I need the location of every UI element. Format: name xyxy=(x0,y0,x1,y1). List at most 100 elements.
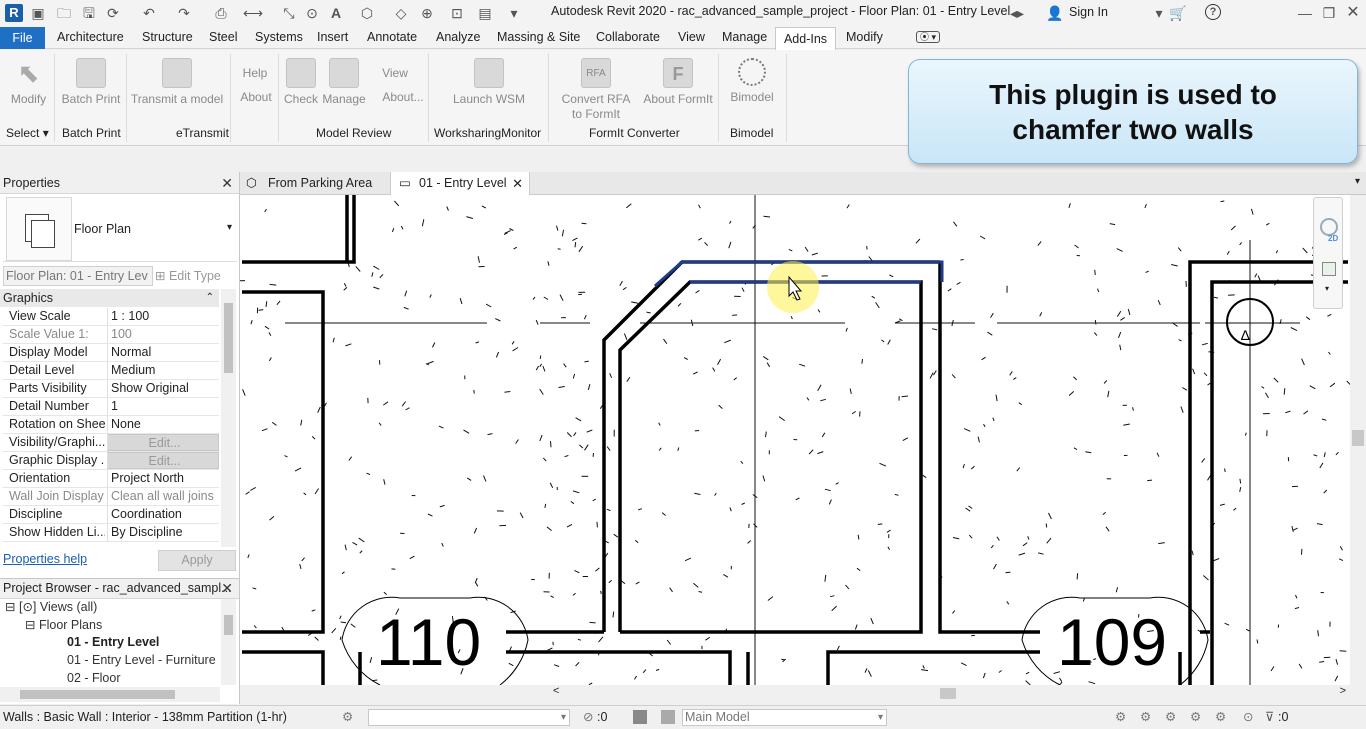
user-icon[interactable]: 👤 xyxy=(1046,4,1064,22)
editable-only-icon[interactable]: ⊘ xyxy=(583,706,593,728)
drawing-canvas[interactable]: ∆ 110 109 2D ▾ xyxy=(240,195,1350,685)
browser-scrollbar[interactable] xyxy=(221,599,236,685)
floor-plan-drawing[interactable]: ∆ 110 109 xyxy=(240,195,1350,685)
help-icon[interactable]: ? xyxy=(1205,4,1221,20)
design-options-icon[interactable] xyxy=(633,710,647,724)
edit-button[interactable]: Edit... xyxy=(107,452,219,469)
tab-manage[interactable]: Manage xyxy=(722,30,767,44)
cart-icon[interactable]: 🛒 xyxy=(1169,4,1187,22)
background-processes-icon[interactable]: ⊙ xyxy=(1243,706,1253,728)
close-icon[interactable]: ✕ xyxy=(512,172,523,195)
3d-view-icon[interactable]: ⬡ xyxy=(358,4,376,22)
sign-in-link[interactable]: Sign In xyxy=(1069,5,1108,19)
convert-rfa-button[interactable]: RFA Convert RFA to FormIt xyxy=(560,58,632,122)
text-icon[interactable]: A xyxy=(327,4,345,22)
tab-systems[interactable]: Systems xyxy=(255,30,303,44)
section-icon[interactable]: ◇ xyxy=(392,4,410,22)
workset-dropdown[interactable]: ▾ xyxy=(368,709,570,726)
chevron-down-icon[interactable]: ▾ xyxy=(1150,4,1168,22)
tab-analyze[interactable]: Analyze xyxy=(436,30,480,44)
restore-icon[interactable]: ❐ xyxy=(1320,4,1338,22)
close-window-icon[interactable]: ✕ xyxy=(1344,4,1362,22)
canvas-vertical-scrollbar[interactable] xyxy=(1350,195,1366,685)
property-row[interactable]: Wall Join DisplayClean all wall joins xyxy=(3,488,219,506)
launch-wsm-button[interactable]: Launch WSM xyxy=(448,58,530,107)
tab-list-icon[interactable]: ▾ xyxy=(1355,176,1360,187)
help-button[interactable]: Help xyxy=(236,66,274,81)
property-row[interactable]: Parts VisibilityShow Original xyxy=(3,380,219,398)
aligned-dimension-icon[interactable]: ⤡ xyxy=(280,4,298,22)
room-number-109[interactable]: 109 xyxy=(1057,605,1167,679)
about-button[interactable]: About xyxy=(236,90,276,105)
undo-icon[interactable]: ↶ xyxy=(140,4,158,22)
property-row[interactable]: View Scale1 : 100 xyxy=(3,308,219,326)
revit-logo-icon[interactable]: R xyxy=(5,4,23,22)
type-selector[interactable]: Floor Plan ▾ xyxy=(3,196,237,262)
select-underlay-icon[interactable]: ⚙ xyxy=(1140,706,1151,728)
tree-item-floor-02[interactable]: 02 - Floor xyxy=(67,671,121,685)
switch-windows-icon[interactable]: ▤ xyxy=(476,4,494,22)
tab-collaborate[interactable]: Collaborate xyxy=(596,30,660,44)
property-row[interactable]: DisciplineCoordination xyxy=(3,506,219,524)
canvas-horizontal-scrollbar[interactable]: < > xyxy=(550,685,1350,702)
search-arrows-icon[interactable]: ◂▸ xyxy=(1008,4,1026,22)
property-row[interactable]: Graphic Display ...Edit... xyxy=(3,452,219,470)
chevron-down-icon[interactable]: ▾ xyxy=(1325,284,1329,293)
close-icon[interactable]: ✕ xyxy=(221,172,233,194)
check-button[interactable]: Check xyxy=(281,58,321,107)
bimodel-button[interactable]: Bimodel xyxy=(725,58,779,105)
view-button[interactable]: View xyxy=(378,66,412,81)
edit-type-button[interactable]: ⊞ Edit Type xyxy=(155,266,235,286)
customize-qat-icon[interactable]: ▾ xyxy=(505,4,523,22)
tree-item-floor-plans[interactable]: ⊟ Floor Plans xyxy=(25,617,102,632)
design-option-dropdown[interactable]: Main Model ▾ xyxy=(682,709,887,726)
design-option-icon[interactable] xyxy=(661,710,675,724)
panel-select-label[interactable]: Select ▾ xyxy=(6,126,49,140)
browser-horizontal-scrollbar[interactable] xyxy=(0,687,220,702)
print-icon[interactable]: ⎙ xyxy=(212,4,230,22)
tab-file[interactable]: File xyxy=(0,27,45,49)
property-row[interactable]: Detail Number1 xyxy=(3,398,219,416)
tree-item-entry-level-furniture[interactable]: 01 - Entry Level - Furniture La xyxy=(67,653,220,667)
property-row[interactable]: Show Hidden Li...By Discipline xyxy=(3,524,219,542)
about-review-button[interactable]: About... xyxy=(378,90,428,105)
property-row[interactable]: Display ModelNormal xyxy=(3,344,219,362)
scroll-right-icon[interactable]: > xyxy=(1340,685,1346,697)
instance-filter-select[interactable]: Floor Plan: 01 - Entry Lev xyxy=(3,266,153,286)
tab-view[interactable]: View xyxy=(678,30,705,44)
filter-icon[interactable]: ⊽ xyxy=(1265,706,1274,728)
tab-annotate[interactable]: Annotate xyxy=(367,30,417,44)
tree-item-entry-level[interactable]: 01 - Entry Level xyxy=(67,635,159,649)
worksets-icon[interactable]: ⚙ xyxy=(342,706,353,728)
minimize-icon[interactable]: — xyxy=(1296,4,1314,22)
properties-scrollbar[interactable] xyxy=(221,289,236,547)
drag-elements-icon[interactable]: ⚙ xyxy=(1215,706,1226,728)
edit-button[interactable]: Edit... xyxy=(107,434,219,451)
chevron-down-icon[interactable]: ▾ xyxy=(227,222,232,233)
select-by-face-icon[interactable]: ⚙ xyxy=(1190,706,1201,728)
properties-help-link[interactable]: Properties help xyxy=(3,552,87,566)
apply-button[interactable]: Apply xyxy=(158,550,236,571)
modify-button[interactable]: ⬉ Modify xyxy=(6,58,51,107)
tag-icon[interactable]: ⊙ xyxy=(303,4,321,22)
tab-modify[interactable]: Modify xyxy=(846,30,883,44)
select-pinned-icon[interactable]: ⚙ xyxy=(1165,706,1176,728)
property-row[interactable]: Rotation on SheetNone xyxy=(3,416,219,434)
property-row[interactable]: OrientationProject North xyxy=(3,470,219,488)
manage-button[interactable]: Manage xyxy=(320,58,368,107)
zoom-icon[interactable] xyxy=(1322,262,1336,276)
batch-print-button[interactable]: Batch Print xyxy=(58,58,124,107)
scroll-left-icon[interactable]: < xyxy=(553,685,559,697)
tree-item-views[interactable]: ⊟ [⊙] Views (all) xyxy=(5,599,97,614)
tab-steel[interactable]: Steel xyxy=(209,30,238,44)
contextual-tab-toggle-icon[interactable]: ⦿ ▾ xyxy=(916,31,940,43)
tab-from-parking-area[interactable]: ⬡ From Parking Area xyxy=(240,172,390,195)
thin-lines-icon[interactable]: ⊕ xyxy=(418,4,436,22)
measure-icon[interactable]: ⟷ xyxy=(243,4,261,22)
sync-icon[interactable]: ⟳ xyxy=(104,4,122,22)
tab-structure[interactable]: Structure xyxy=(142,30,193,44)
save-icon[interactable]: 🖫 xyxy=(80,4,98,22)
select-links-icon[interactable]: ⚙ xyxy=(1115,706,1126,728)
home-icon[interactable]: ▣ xyxy=(29,4,47,22)
about-formit-button[interactable]: F About FormIt xyxy=(640,58,716,107)
